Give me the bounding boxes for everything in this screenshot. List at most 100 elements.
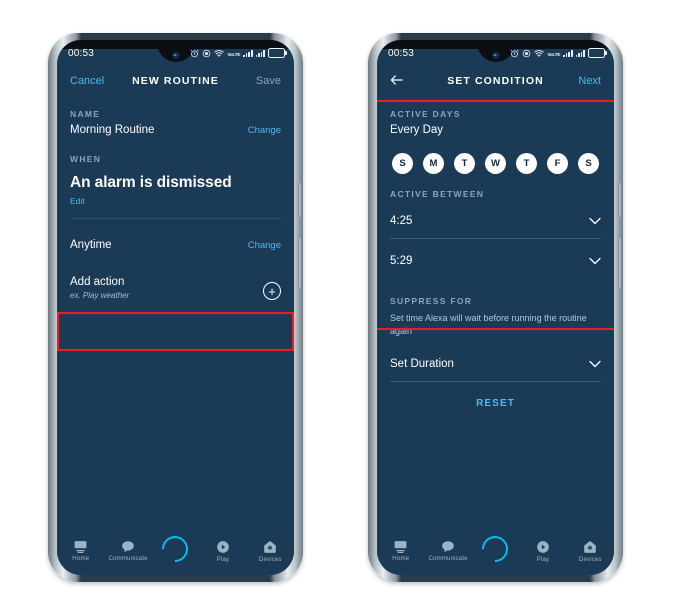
nav-item-devices-right[interactable]: Devices bbox=[567, 540, 613, 563]
status-clock-right: 00:53 bbox=[388, 47, 415, 59]
display-icon bbox=[393, 540, 408, 553]
phone-device-right: 00:53 VoLTE SET CONDITION Next ACTIVE DA… bbox=[368, 33, 623, 582]
chevron-down-icon[interactable] bbox=[589, 252, 601, 270]
volte-icon: VoLTE bbox=[547, 48, 560, 59]
add-action-text-group: Add action ex. Play weather bbox=[70, 276, 129, 300]
add-action-row[interactable]: Add action ex. Play weather + bbox=[70, 276, 281, 300]
signal-icon-2 bbox=[575, 49, 585, 57]
play-circle-icon bbox=[536, 540, 550, 554]
home-devices-icon bbox=[583, 540, 597, 554]
nav-label-home-right: Home bbox=[392, 555, 410, 562]
add-action-subtitle: ex. Play weather bbox=[70, 291, 130, 300]
location-icon bbox=[202, 49, 211, 58]
nav-item-communicate-left[interactable]: Communicate bbox=[105, 540, 151, 562]
end-time-row[interactable]: 5:29 bbox=[390, 244, 601, 278]
change-anytime-link[interactable]: Change bbox=[248, 240, 281, 251]
screen-right: 00:53 VoLTE SET CONDITION Next ACTIVE DA… bbox=[377, 40, 614, 575]
anytime-condition-row[interactable]: Anytime Change bbox=[70, 230, 281, 260]
nav-label-home-left: Home bbox=[72, 555, 90, 562]
phone-device-left: 00:53 VoLTE Cancel NEW ROUTINE Save NAME… bbox=[48, 33, 303, 582]
routine-name-row[interactable]: Morning Routine Change bbox=[70, 119, 281, 141]
day-toggle-sunday[interactable]: S bbox=[392, 153, 413, 174]
day-toggle-saturday[interactable]: S bbox=[578, 153, 599, 174]
day-toggle-friday[interactable]: F bbox=[547, 153, 568, 174]
start-time-value: 4:25 bbox=[390, 215, 413, 227]
routine-name-value: Morning Routine bbox=[70, 124, 155, 136]
screen-left: 00:53 VoLTE Cancel NEW ROUTINE Save NAME… bbox=[57, 40, 294, 575]
nav-item-home-left[interactable]: Home bbox=[58, 540, 104, 562]
location-icon bbox=[522, 49, 531, 58]
bottom-nav-left: Home Communicate Play Devices bbox=[57, 530, 294, 575]
status-icon-group-right: VoLTE bbox=[510, 48, 607, 59]
status-bar-left: 00:53 VoLTE bbox=[57, 40, 294, 66]
signal-icon-2 bbox=[255, 49, 265, 57]
nav-item-alexa-right[interactable] bbox=[472, 530, 518, 568]
power-button-right-phone[interactable] bbox=[618, 238, 621, 288]
day-toggle-thursday[interactable]: T bbox=[516, 153, 537, 174]
active-between-label: ACTIVE BETWEEN bbox=[390, 189, 485, 199]
reset-button[interactable]: RESET bbox=[390, 398, 601, 409]
wifi-icon bbox=[534, 49, 544, 58]
highlight-box-anytime bbox=[57, 312, 294, 351]
signal-icon-1 bbox=[563, 49, 573, 57]
volume-button-right-phone[interactable] bbox=[618, 183, 621, 217]
back-button[interactable] bbox=[390, 74, 432, 89]
day-toggle-monday[interactable]: M bbox=[423, 153, 444, 174]
page-title-left: NEW ROUTINE bbox=[132, 75, 219, 87]
nav-item-home-right[interactable]: Home bbox=[378, 540, 424, 562]
alarm-icon bbox=[190, 49, 199, 58]
start-time-row[interactable]: 4:25 bbox=[390, 204, 601, 238]
day-toggle-tuesday[interactable]: T bbox=[454, 153, 475, 174]
suppress-for-label: SUPPRESS FOR bbox=[390, 296, 473, 306]
day-toggle-wednesday[interactable]: W bbox=[485, 153, 506, 174]
active-days-value-row[interactable]: Every Day bbox=[390, 119, 601, 141]
day-selector: S M T W T F S bbox=[390, 153, 601, 174]
nav-item-play-left[interactable]: Play bbox=[200, 540, 246, 563]
chat-bubble-icon bbox=[121, 540, 135, 553]
add-action-title: Add action bbox=[70, 276, 125, 288]
chevron-down-icon[interactable] bbox=[589, 355, 601, 373]
nav-item-devices-left[interactable]: Devices bbox=[247, 540, 293, 563]
nav-item-play-right[interactable]: Play bbox=[520, 540, 566, 563]
when-section-label: WHEN bbox=[70, 154, 102, 164]
nav-item-communicate-right[interactable]: Communicate bbox=[425, 540, 471, 562]
app-bar-left: Cancel NEW ROUTINE Save bbox=[57, 66, 294, 96]
edit-trigger-link[interactable]: Edit bbox=[70, 196, 281, 206]
alarm-icon bbox=[510, 49, 519, 58]
suppress-for-help-text: Set time Alexa will wait before running … bbox=[390, 313, 587, 336]
volume-button-left-phone[interactable] bbox=[298, 183, 301, 217]
power-button-left-phone[interactable] bbox=[298, 238, 301, 288]
alexa-ring-icon bbox=[157, 530, 194, 568]
nav-item-alexa-left[interactable] bbox=[152, 530, 198, 568]
app-bar-right: SET CONDITION Next bbox=[377, 66, 614, 96]
content-left: NAME Morning Routine Change WHEN An alar… bbox=[57, 96, 294, 530]
battery-icon bbox=[268, 48, 287, 58]
alexa-ring-icon bbox=[477, 530, 514, 568]
play-circle-icon bbox=[216, 540, 230, 554]
status-clock: 00:53 bbox=[68, 47, 95, 59]
name-section-label: NAME bbox=[70, 109, 101, 119]
active-days-label: ACTIVE DAYS bbox=[390, 109, 461, 119]
end-time-value: 5:29 bbox=[390, 255, 413, 267]
nav-label-play-right: Play bbox=[536, 555, 550, 563]
divider-1 bbox=[70, 218, 281, 219]
next-button[interactable]: Next bbox=[559, 75, 601, 87]
chevron-down-icon[interactable] bbox=[589, 212, 601, 230]
divider-duration bbox=[390, 381, 601, 383]
save-button[interactable]: Save bbox=[239, 75, 281, 87]
change-name-link[interactable]: Change bbox=[248, 125, 281, 136]
active-days-value: Every Day bbox=[390, 124, 444, 136]
content-right: ACTIVE DAYS Every Day S M T W T F S ACTI… bbox=[377, 96, 614, 530]
cancel-button[interactable]: Cancel bbox=[70, 75, 112, 87]
divider-times bbox=[390, 238, 601, 239]
page-title-right: SET CONDITION bbox=[447, 75, 544, 87]
status-icon-group: VoLTE bbox=[190, 48, 287, 59]
nav-label-devices-left: Devices bbox=[258, 555, 282, 563]
nav-label-communicate-left: Communicate bbox=[108, 555, 148, 562]
bottom-nav-right: Home Communicate Play Devices bbox=[377, 530, 614, 575]
wifi-icon bbox=[214, 49, 224, 58]
add-action-plus-icon[interactable]: + bbox=[263, 282, 281, 300]
anytime-value: Anytime bbox=[70, 239, 112, 251]
set-duration-row[interactable]: Set Duration bbox=[390, 347, 601, 381]
nav-label-play-left: Play bbox=[216, 555, 230, 563]
